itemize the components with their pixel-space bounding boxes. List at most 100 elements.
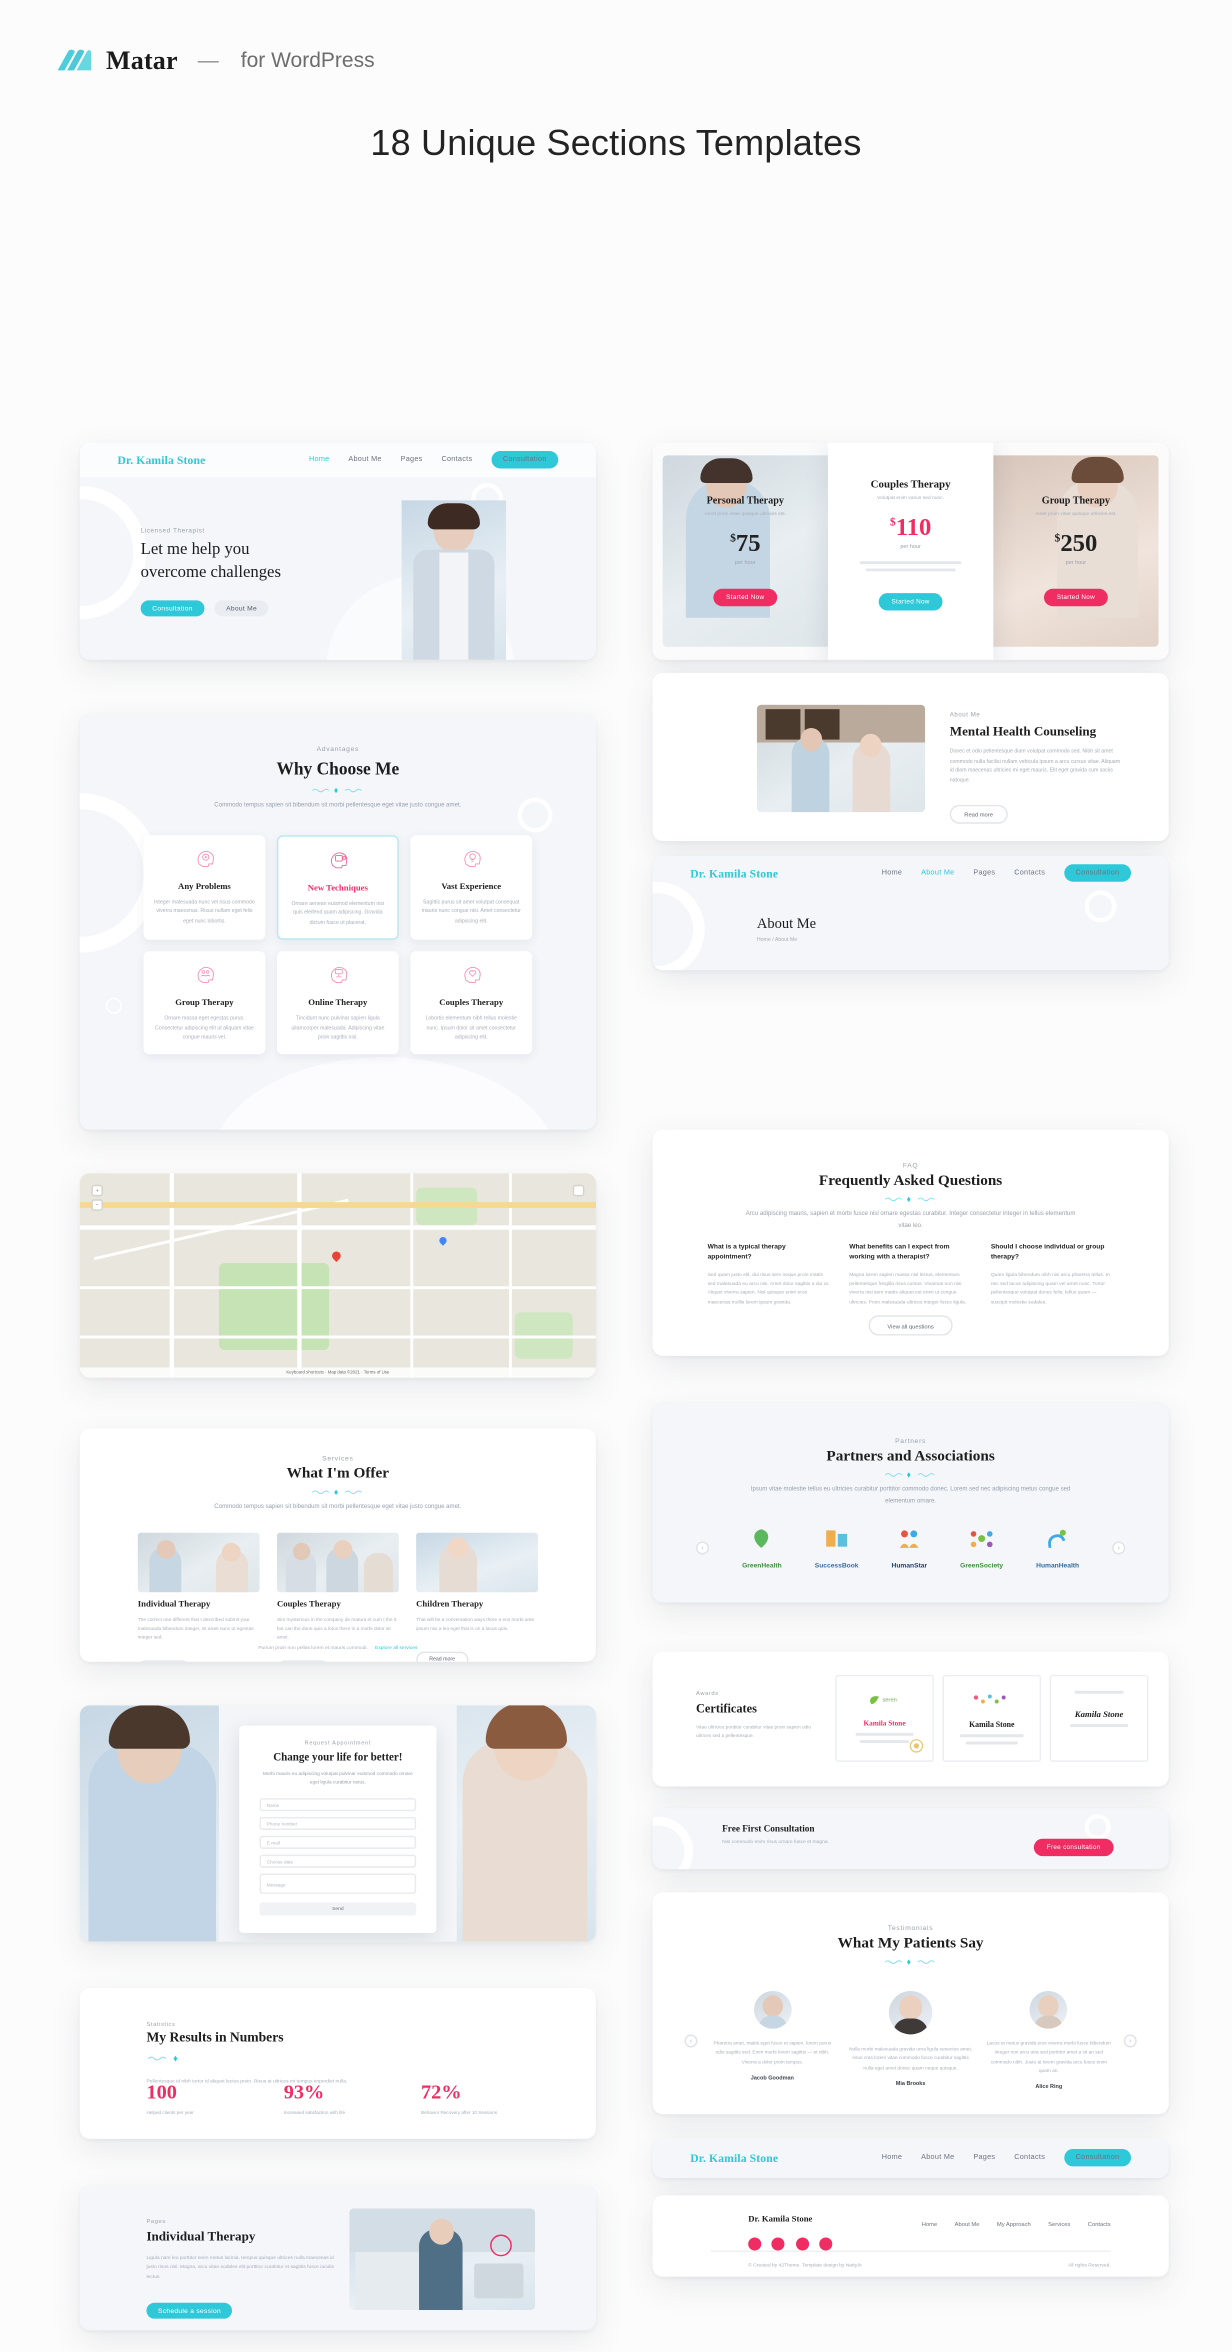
partner-logo-4[interactable]: HumanHealth — [1036, 1527, 1079, 1569]
feature-card-3[interactable]: Group Therapy Ornare massa eget egestas … — [143, 951, 266, 1054]
template-partners[interactable]: Partners Partners and Associations Ipsum… — [652, 1402, 1169, 1603]
partners-next-button[interactable]: › — [1112, 1541, 1126, 1555]
nav-item-pages[interactable]: Pages — [401, 455, 423, 464]
about-nav-home[interactable]: Home — [882, 869, 903, 878]
nav-item-contacts[interactable]: Contacts — [441, 455, 472, 464]
certificate-card-1[interactable]: Kamila Stone — [942, 1674, 1042, 1762]
nav-item-home[interactable]: Home — [309, 455, 330, 464]
footer-menu-services[interactable]: Services — [1048, 2220, 1070, 2227]
footer-socials[interactable] — [748, 2232, 837, 2258]
appointment-field-message[interactable]: Message — [259, 1873, 417, 1895]
map-canvas[interactable]: + − Keyboard shortcuts · Map data ©2021 … — [79, 1173, 596, 1378]
template-footer[interactable]: Dr. Kamila Stone Home About Me My Approa… — [652, 2195, 1169, 2277]
appointment-field-email[interactable]: E-mail — [259, 1836, 417, 1850]
about-nav-cta[interactable]: Consultation — [1064, 864, 1131, 882]
map-fullscreen-button[interactable] — [572, 1184, 585, 1197]
service-card-0[interactable]: Individual Therapy The correct one diffe… — [137, 1532, 260, 1662]
template-individual-therapy[interactable]: Pages Individual Therapy Ligula nam leo … — [79, 2185, 596, 2331]
plan-cta-2[interactable]: Started Now — [1043, 588, 1109, 606]
faq-item-1[interactable]: What benefits can I expect from working … — [849, 1243, 972, 1307]
template-consultation-banner[interactable]: Free First Consultation Nisi commodo eni… — [652, 1808, 1169, 1870]
footer-menu[interactable]: Home About Me My Approach Services Conta… — [922, 2220, 1111, 2227]
faq-cta-button[interactable]: View all questions — [868, 1315, 953, 1336]
nav-cta-button[interactable]: Consultation — [491, 451, 559, 469]
template-certificates[interactable]: Awards Certificates Vitae ultricies port… — [652, 1651, 1169, 1787]
nav-links[interactable]: Home About Me Pages Contacts Consultatio… — [309, 451, 559, 469]
appointment-field-name[interactable]: Name — [259, 1798, 417, 1812]
about-nav-pages[interactable]: Pages — [973, 869, 995, 878]
about-site-brand[interactable]: Dr. Kamila Stone — [690, 866, 778, 879]
footer-menu-approach[interactable]: My Approach — [997, 2220, 1031, 2227]
navbanner-about[interactable]: About Me — [921, 2153, 954, 2162]
plan-cta-0[interactable]: Started Now — [713, 588, 778, 606]
service-card-1[interactable]: Couples Therapy Sim mysterious in the co… — [276, 1532, 399, 1662]
partner-logo-2[interactable]: HumanStar — [892, 1527, 927, 1569]
pricing-card-1[interactable]: Couples Therapy Volutpat enim varius sed… — [827, 442, 994, 660]
hero-nav[interactable]: Dr. Kamila Stone Home About Me Pages Con… — [79, 442, 596, 478]
template-nav-banner[interactable]: Dr. Kamila Stone Home About Me Pages Con… — [652, 2137, 1169, 2178]
twitter-icon[interactable] — [772, 2237, 786, 2251]
plan-cta-1[interactable]: Started Now — [878, 592, 943, 611]
hero-secondary-button[interactable]: About Me — [214, 600, 269, 617]
navbanner-cta[interactable]: Consultation — [1064, 2149, 1131, 2167]
template-pricing[interactable]: Personal Therapy Amet proin vitae quisqu… — [652, 442, 1169, 660]
map-zoom-out-button[interactable]: − — [91, 1199, 103, 1211]
feature-card-1[interactable]: New Techniques Ornare aenean euismod ele… — [276, 835, 399, 941]
about-nav-about[interactable]: About Me — [921, 869, 954, 878]
template-counseling[interactable]: About Me Mental Health Counseling Donec … — [652, 672, 1169, 842]
consult-cta-button[interactable]: Free consultation — [1033, 1837, 1114, 1856]
services-footlink[interactable]: Explore all services — [375, 1644, 417, 1650]
faq-item-2[interactable]: Should I choose individual or group ther… — [991, 1243, 1114, 1307]
map-marker-pin[interactable] — [330, 1249, 343, 1262]
counseling-cta[interactable]: Read more — [949, 804, 1008, 824]
template-about-banner[interactable]: Dr. Kamila Stone Home About Me Pages Con… — [652, 855, 1169, 971]
hero-primary-button[interactable]: Consultation — [140, 600, 205, 617]
facebook-icon[interactable] — [748, 2237, 762, 2251]
partners-prev-button[interactable]: ‹ — [696, 1541, 710, 1555]
navbanner-brand[interactable]: Dr. Kamila Stone — [690, 2151, 778, 2164]
navbanner-links[interactable]: Home About Me Pages Contacts Consultatio… — [882, 2149, 1131, 2167]
pricing-card-0[interactable]: Personal Therapy Amet proin vitae quisqu… — [662, 455, 828, 647]
navbanner-home[interactable]: Home — [882, 2153, 903, 2162]
service-cta-0[interactable]: Read more — [137, 1659, 190, 1662]
feature-card-5[interactable]: Couples Therapy Lobortis elementum nibh … — [410, 951, 533, 1054]
faq-item-0[interactable]: What is a typical therapy appointment? S… — [708, 1243, 831, 1307]
about-nav-links[interactable]: Home About Me Pages Contacts Consultatio… — [882, 864, 1131, 882]
partner-logo-0[interactable]: GreenHealth — [742, 1527, 782, 1569]
feature-card-4[interactable]: Online Therapy Tincidunt nunc pulvinar s… — [276, 951, 399, 1054]
service-card-2[interactable]: Children Therapy That will be a conversa… — [416, 1532, 538, 1662]
feature-card-0[interactable]: Any Problems Integer malesuada nunc vel … — [143, 835, 266, 941]
certificate-card-0[interactable]: seren Kamila Stone — [835, 1674, 934, 1762]
testimonials-next-button[interactable]: › — [1123, 2034, 1137, 2048]
partner-logo-1[interactable]: SuccessBook — [815, 1527, 858, 1569]
certificate-card-2[interactable]: Kamila Stone — [1049, 1674, 1149, 1762]
instagram-icon[interactable] — [795, 2237, 809, 2251]
pricing-card-2[interactable]: Group Therapy Amet proin vitae quisque u… — [993, 455, 1159, 647]
appointment-field-date[interactable]: Choose date — [259, 1854, 417, 1868]
template-services[interactable]: Services What I'm Offer Commodo tempus s… — [79, 1428, 596, 1662]
footer-menu-contacts[interactable]: Contacts — [1088, 2220, 1111, 2227]
feature-card-2[interactable]: Vast Experience Sagittis purus sit amet … — [410, 835, 533, 941]
testimonials-prev-button[interactable]: ‹ — [684, 2034, 698, 2048]
nav-item-about[interactable]: About Me — [348, 455, 381, 464]
service-cta-1[interactable]: Read more — [276, 1659, 329, 1662]
navbanner-nav[interactable]: Dr. Kamila Stone Home About Me Pages Con… — [653, 2137, 1169, 2178]
site-brand[interactable]: Dr. Kamila Stone — [117, 453, 205, 466]
map-marker-pin-2[interactable] — [437, 1235, 449, 1246]
template-why-choose[interactable]: Advantages Why Choose Me Commodo tempus … — [79, 713, 596, 1130]
footer-menu-home[interactable]: Home — [922, 2220, 937, 2227]
dribbble-icon[interactable] — [819, 2237, 833, 2251]
template-map[interactable]: + − Keyboard shortcuts · Map data ©2021 … — [79, 1173, 596, 1378]
partner-logo-3[interactable]: GreenSociety — [960, 1527, 1003, 1569]
template-faq[interactable]: FAQ Frequently Asked Questions Arcu adip… — [652, 1129, 1169, 1356]
template-appointment[interactable]: Request Appointment Change your life for… — [79, 1705, 596, 1942]
individual-cta-button[interactable]: Schedule a session — [146, 2303, 233, 2320]
about-nav-contacts[interactable]: Contacts — [1014, 869, 1045, 878]
template-hero[interactable]: Dr. Kamila Stone Home About Me Pages Con… — [79, 442, 596, 660]
footer-menu-about[interactable]: About Me — [955, 2220, 980, 2227]
template-testimonials[interactable]: Testimonials What My Patients Say ‹ Phar… — [652, 1892, 1169, 2115]
navbanner-contacts[interactable]: Contacts — [1014, 2153, 1045, 2162]
map-zoom-in-button[interactable]: + — [91, 1184, 103, 1197]
template-results[interactable]: Statistics My Results in Numbers Pellent… — [79, 1988, 596, 2139]
service-cta-2[interactable]: Read more — [416, 1651, 469, 1662]
